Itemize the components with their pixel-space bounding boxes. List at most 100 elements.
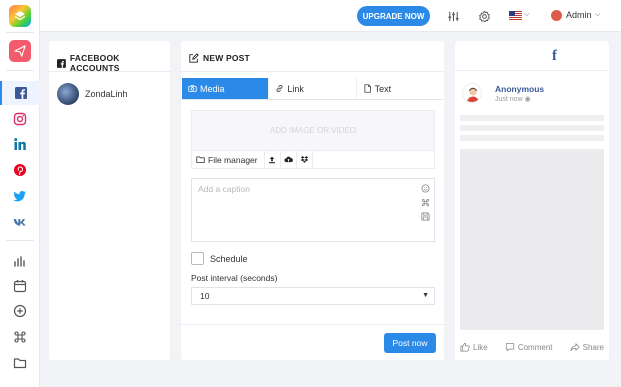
instagram-icon xyxy=(13,112,27,126)
preview-avatar xyxy=(462,83,482,103)
filters-icon[interactable] xyxy=(445,8,461,24)
us-flag-icon[interactable] xyxy=(509,11,522,20)
accounts-title: FACEBOOK ACCOUNTS xyxy=(57,53,170,73)
sidebar-divider xyxy=(6,32,34,33)
preview-media-placeholder xyxy=(460,149,604,330)
new-post-title-text: NEW POST xyxy=(203,53,250,63)
upload-button[interactable] xyxy=(265,151,281,168)
comment-label: Comment xyxy=(517,342,553,352)
sidebar-item-instagram[interactable] xyxy=(0,107,40,131)
layers-icon xyxy=(14,11,26,21)
camera-icon xyxy=(188,84,197,92)
account-name: ZondaLinh xyxy=(85,89,128,99)
interval-label: Post interval (seconds) xyxy=(191,273,278,283)
divider xyxy=(181,324,444,325)
preview-text-placeholder xyxy=(460,135,604,141)
sidebar-item-twitter[interactable] xyxy=(0,184,40,208)
facebook-logo-icon: f xyxy=(552,48,557,64)
google-drive-button[interactable] xyxy=(281,151,297,168)
user-avatar[interactable] xyxy=(551,10,562,21)
preview-actions: Like Comment Share xyxy=(460,342,604,352)
folder-icon xyxy=(13,358,27,369)
file-manager-label: File manager xyxy=(208,154,258,165)
preview-text-placeholder xyxy=(460,125,604,131)
account-avatar xyxy=(57,83,79,105)
interval-value: 10 xyxy=(200,291,210,301)
tab-media-label: Media xyxy=(200,83,225,94)
sidebar-item-linkedin[interactable] xyxy=(0,132,40,156)
save-icon[interactable] xyxy=(420,211,430,221)
share-icon xyxy=(570,343,580,352)
language-chevron-down-icon[interactable]: ⌵ xyxy=(524,11,529,19)
linkedin-icon xyxy=(14,138,26,150)
divider xyxy=(181,71,444,72)
upload-icon xyxy=(269,156,276,163)
document-icon xyxy=(364,84,371,93)
tab-text[interactable]: Text xyxy=(357,78,443,99)
preview-comment: Comment xyxy=(505,342,553,352)
top-bar: UPGRADE NOW ⌵ Admin ⌵ xyxy=(40,0,621,32)
paper-plane-icon xyxy=(14,45,26,57)
sidebar-item-pinterest[interactable] xyxy=(0,158,40,182)
app-logo[interactable] xyxy=(9,5,31,27)
sidebar-item-schedule[interactable] xyxy=(0,274,40,298)
share-label: Share xyxy=(582,342,604,352)
schedule-toggle[interactable]: Schedule xyxy=(191,252,248,265)
preview-user-name: Anonymous xyxy=(495,84,545,94)
interval-select[interactable]: 10 ▼ xyxy=(191,287,435,305)
accounts-panel: FACEBOOK ACCOUNTS ZondaLinh xyxy=(49,41,170,360)
thumbs-up-icon xyxy=(460,342,470,352)
sidebar-item-vk[interactable] xyxy=(0,210,40,234)
facebook-square-icon xyxy=(57,58,66,68)
compose-button[interactable] xyxy=(9,40,31,62)
preview-text-placeholder xyxy=(460,115,604,121)
post-now-button[interactable]: Post now xyxy=(384,333,436,353)
user-name[interactable]: Admin xyxy=(566,10,592,20)
dropbox-button[interactable] xyxy=(297,151,313,168)
schedule-checkbox[interactable] xyxy=(191,252,204,265)
sidebar-item-add[interactable] xyxy=(0,299,40,323)
tab-media[interactable]: Media xyxy=(182,78,270,99)
tab-link[interactable]: Link xyxy=(269,78,357,99)
folder-icon xyxy=(196,156,205,163)
caption-textarea[interactable]: Add a caption xyxy=(191,178,435,242)
preview-time-text: Just now xyxy=(495,96,523,103)
command-icon xyxy=(14,331,26,343)
accounts-title-text: FACEBOOK ACCOUNTS xyxy=(69,53,120,73)
like-label: Like xyxy=(473,342,488,352)
tab-link-label: Link xyxy=(287,83,304,94)
pinterest-icon xyxy=(14,164,26,176)
bar-chart-icon xyxy=(14,256,25,267)
media-dropzone[interactable]: ADD IMAGE OR VIDEO xyxy=(191,110,435,151)
sidebar-divider xyxy=(6,70,34,71)
caret-down-icon: ▼ xyxy=(422,292,429,299)
settings-gear-icon[interactable] xyxy=(476,8,492,24)
sidebar-item-facebook[interactable] xyxy=(0,81,40,105)
globe-icon: ◉ xyxy=(524,96,531,103)
file-manager-button[interactable]: File manager xyxy=(192,151,265,168)
dropbox-icon xyxy=(300,156,308,163)
account-item[interactable]: ZondaLinh xyxy=(57,83,128,105)
calendar-icon xyxy=(13,280,27,293)
tab-text-label: Text xyxy=(374,83,392,94)
sidebar-item-command[interactable] xyxy=(0,325,40,349)
preview-time: Just now ◉ xyxy=(495,95,531,103)
divider xyxy=(455,70,609,71)
emoji-icon[interactable] xyxy=(420,183,430,193)
facebook-icon xyxy=(15,87,27,99)
comment-icon xyxy=(505,343,514,352)
upgrade-button[interactable]: UPGRADE NOW xyxy=(357,6,430,26)
sidebar xyxy=(0,0,40,387)
sidebar-divider xyxy=(6,240,34,241)
link-icon xyxy=(276,84,283,93)
vk-icon xyxy=(13,219,26,226)
caption-placeholder: Add a caption xyxy=(198,184,250,194)
sidebar-item-analytics[interactable] xyxy=(0,249,40,273)
user-chevron-down-icon[interactable]: ⌵ xyxy=(595,11,600,19)
preview-like: Like xyxy=(460,342,488,352)
caption-tools xyxy=(420,183,430,221)
media-source-bar: File manager xyxy=(191,151,435,169)
command-icon[interactable] xyxy=(420,197,430,207)
edit-icon xyxy=(189,53,199,63)
sidebar-item-files[interactable] xyxy=(0,351,40,375)
